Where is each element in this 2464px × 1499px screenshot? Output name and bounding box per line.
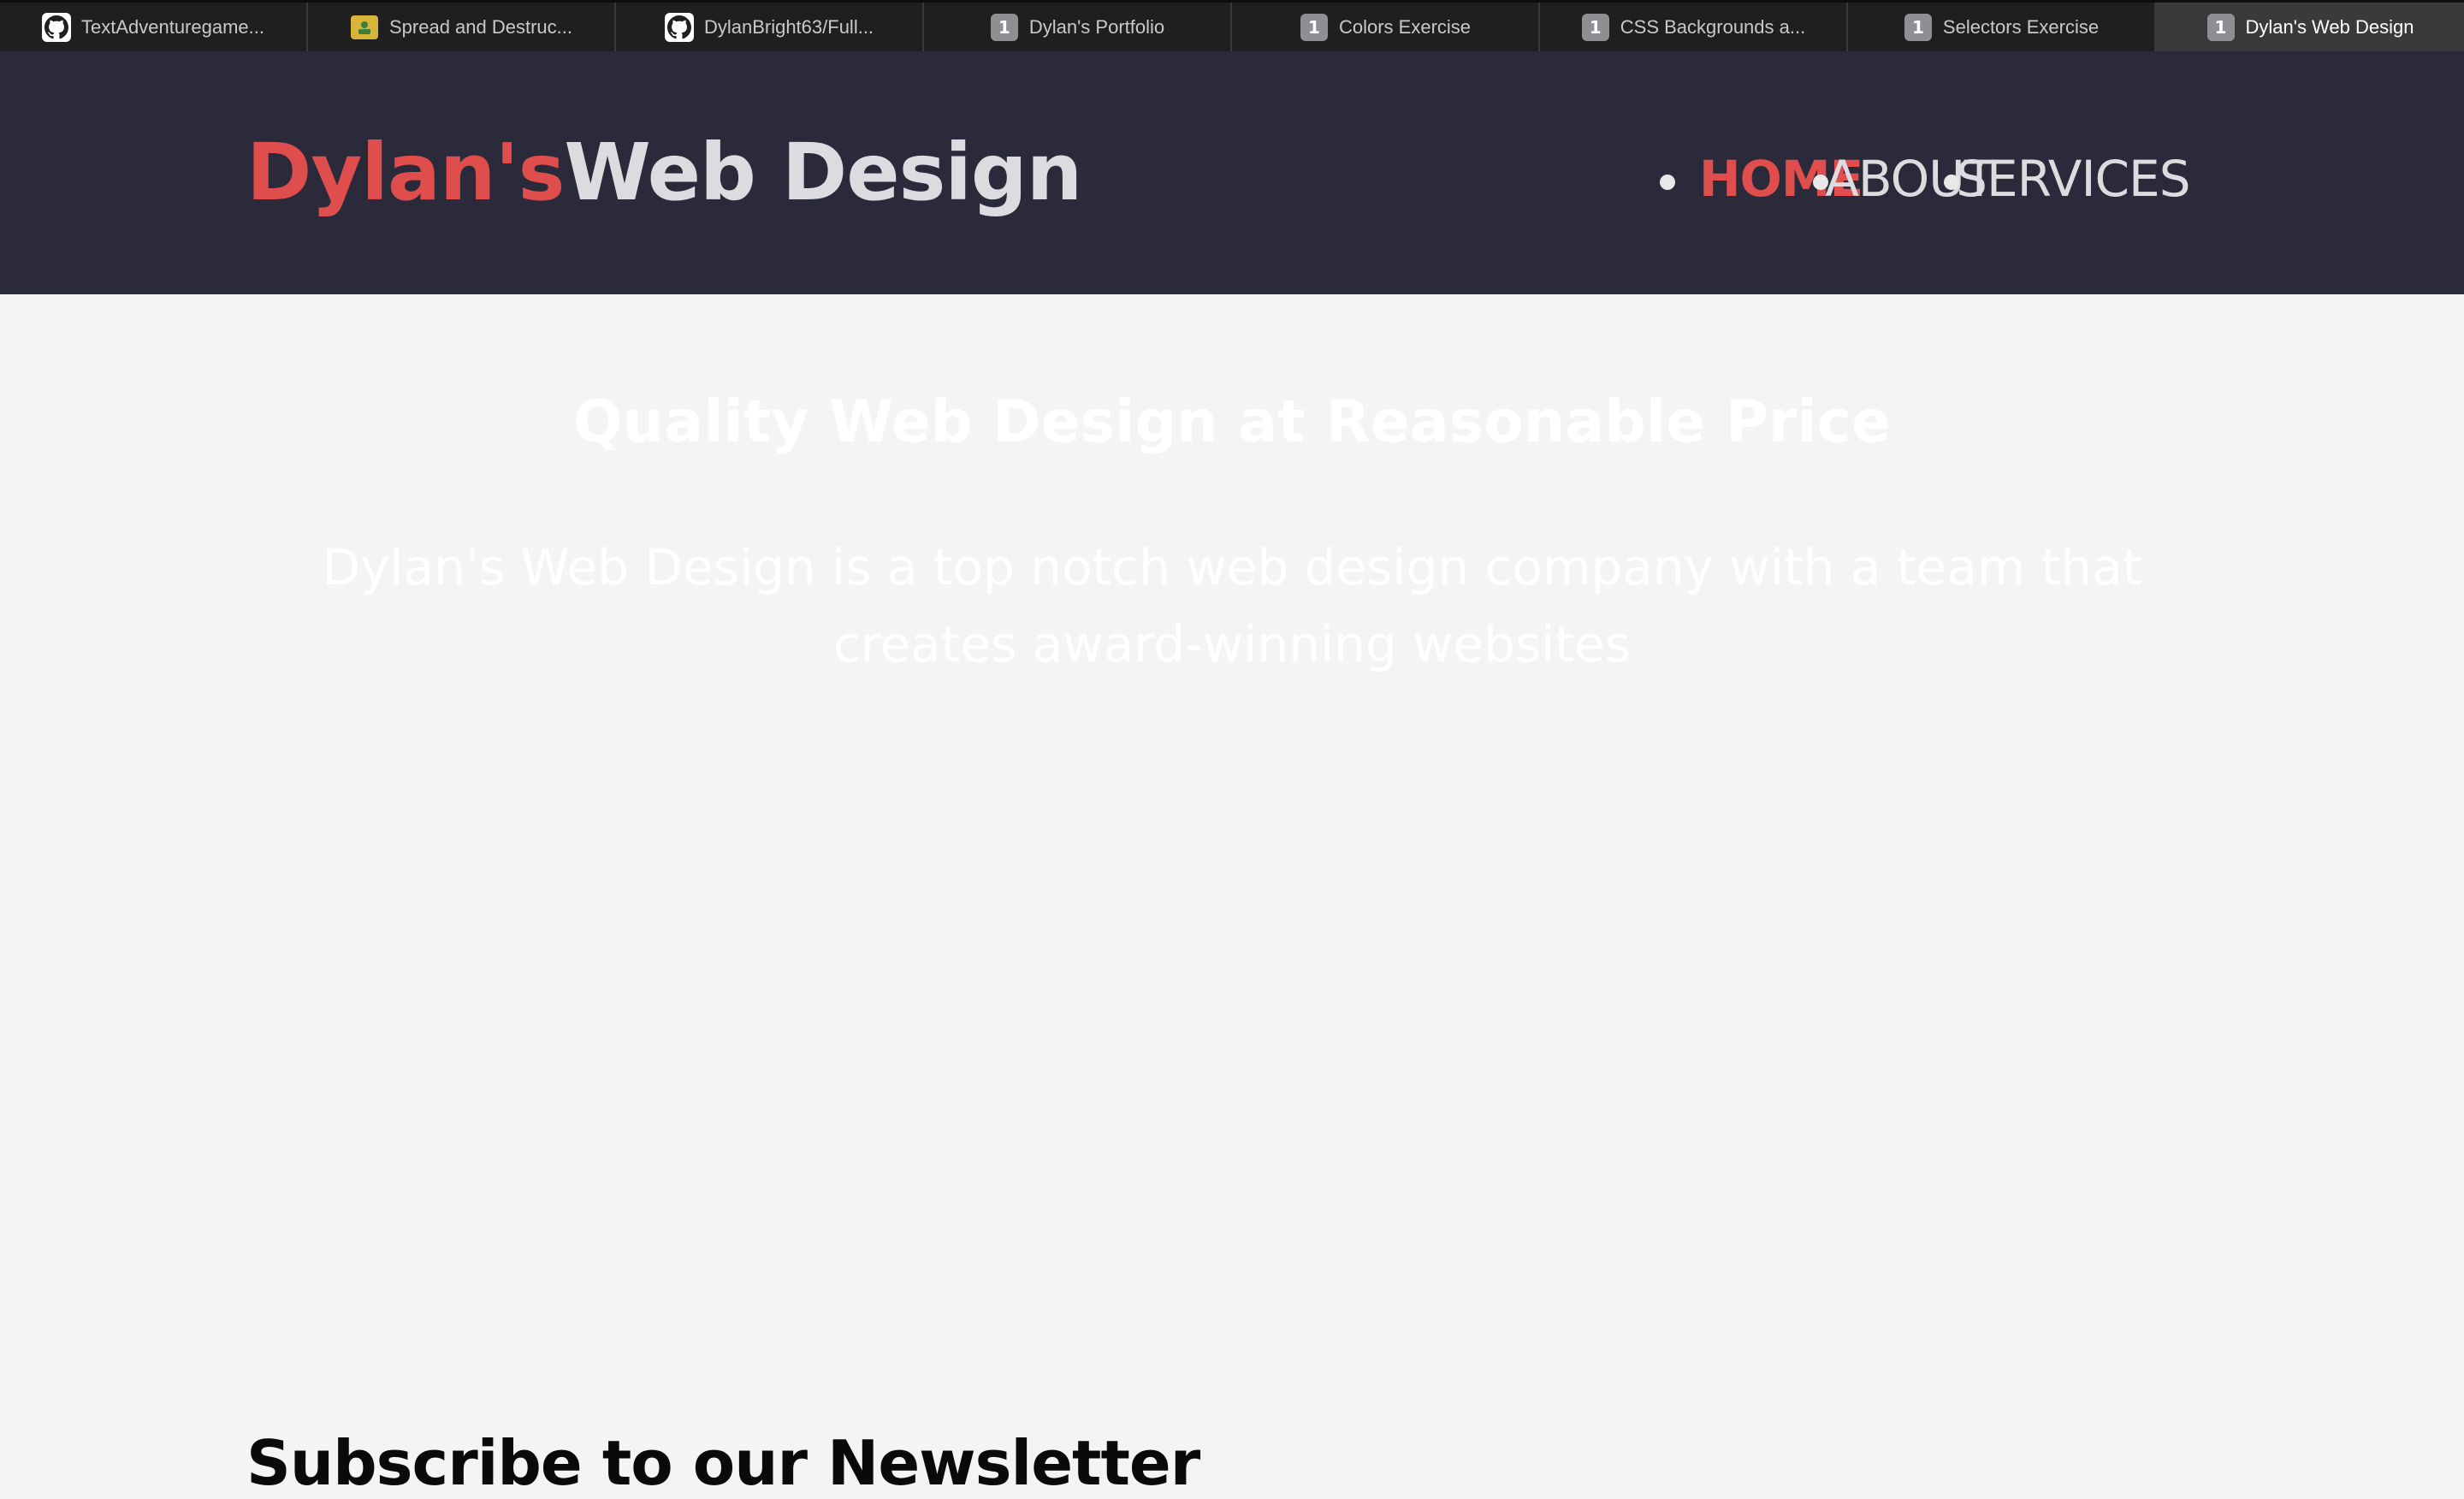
main-nav: HOME ABOUT SERVICES: [1660, 140, 2191, 217]
bullet-icon: [1813, 174, 1829, 190]
badge-1-icon: 1: [1904, 13, 1933, 42]
badge-1-icon: 1: [990, 13, 1019, 42]
tab-label: Dylan's Portfolio: [1028, 15, 1165, 38]
tab-label: DylanBright63/Full...: [703, 15, 874, 38]
tab-dylans-web-design[interactable]: 1 Dylan's Web Design: [2156, 3, 2464, 51]
nav-item-services: SERVICES: [1944, 150, 2191, 208]
nav-link-services[interactable]: SERVICES: [1956, 150, 2190, 208]
logo-part-web-design: Web Design: [564, 127, 1082, 218]
browser-tab-bar: TextAdventuregame... Spread and Destruc.…: [0, 0, 2464, 51]
newsletter-title: Subscribe to our Newsletter: [246, 1426, 1200, 1499]
bullet-icon: [1660, 174, 1675, 190]
tab-label: Selectors Exercise: [1942, 15, 2100, 38]
tab-label: Dylan's Web Design: [2245, 15, 2414, 38]
tab-dylanbright63-repo[interactable]: DylanBright63/Full...: [616, 3, 924, 51]
tab-colors-exercise[interactable]: 1 Colors Exercise: [1232, 3, 1540, 51]
site-logo[interactable]: Dylan'sWeb Design: [246, 127, 1082, 218]
badge-1-icon: 1: [2206, 13, 2236, 42]
tab-dylans-portfolio[interactable]: 1 Dylan's Portfolio: [924, 3, 1232, 51]
tab-label: Colors Exercise: [1338, 15, 1472, 38]
badge-1-icon: 1: [1581, 13, 1610, 42]
logo-part-dylans: Dylan's: [246, 127, 565, 218]
github-icon: [664, 12, 694, 42]
photo-icon: [350, 13, 379, 42]
tab-label: Spread and Destruc...: [388, 15, 572, 38]
badge-1-icon: 1: [1300, 13, 1329, 42]
hero-description: Dylan's Web Design is a top notch web de…: [322, 538, 2142, 673]
tab-textadventuregame[interactable]: TextAdventuregame...: [0, 3, 308, 51]
tab-spread-and-destruction[interactable]: Spread and Destruc...: [308, 3, 616, 51]
tab-css-backgrounds[interactable]: 1 CSS Backgrounds a...: [1540, 3, 1848, 51]
tab-label: CSS Backgrounds a...: [1620, 15, 1806, 38]
site-header: Dylan'sWeb Design HOME ABOUT SERVICES: [0, 51, 2464, 294]
tab-selectors-exercise[interactable]: 1 Selectors Exercise: [1848, 3, 2156, 51]
hero-title: Quality Web Design at Reasonable Price: [572, 388, 1892, 456]
bullet-icon: [1944, 174, 1960, 190]
tab-label: TextAdventuregame...: [80, 15, 264, 38]
github-icon: [41, 12, 71, 42]
